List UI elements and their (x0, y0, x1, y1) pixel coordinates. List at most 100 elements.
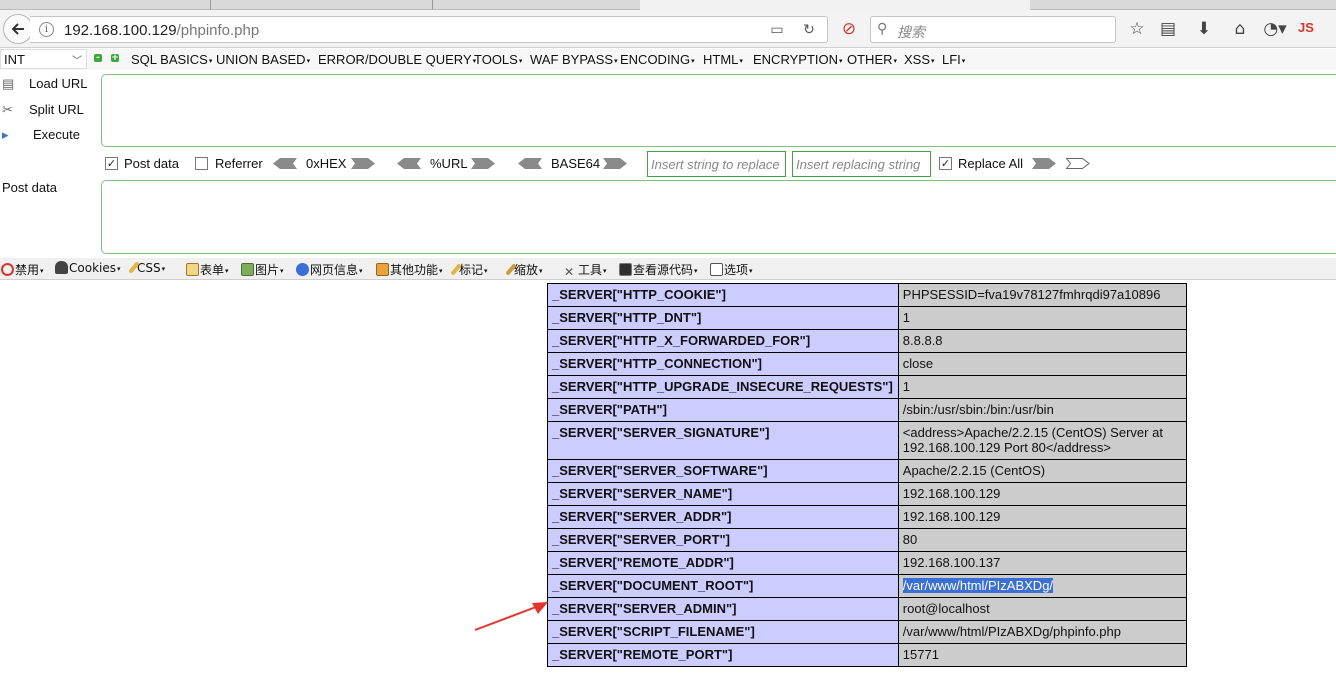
table-row: _SERVER["SERVER_ADMIN"] root@localhost (547, 597, 1187, 621)
base64-decode-arrow-icon[interactable] (518, 157, 542, 170)
load-url-icon: ▤ (2, 76, 15, 91)
search-icon: ⚲ (877, 21, 888, 37)
form-icon (186, 263, 199, 276)
devbar-misc[interactable]: 其他功能▾ (376, 261, 443, 278)
devbar-resize[interactable]: 缩放▾ (505, 261, 543, 278)
server-var-name: _SERVER["REMOTE_PORT"] (547, 643, 899, 667)
base64-encode-arrow-icon[interactable] (603, 157, 627, 170)
home-icon[interactable]: ⌂ (1229, 19, 1251, 39)
menu-sql-basics[interactable]: SQL BASICS▾ (131, 52, 212, 67)
server-var-value: 80 (897, 528, 1187, 552)
devbar-outline[interactable]: 标记▾ (450, 261, 488, 278)
server-var-value: /sbin:/usr/sbin:/bin:/usr/bin (897, 398, 1187, 422)
tab-separator (210, 0, 211, 10)
server-var-value: 192.168.100.129 (897, 505, 1187, 529)
url-textarea[interactable] (101, 74, 1336, 147)
devbar-images[interactable]: 图片▾ (241, 261, 284, 278)
table-row: _SERVER["REMOTE_ADDR"] 192.168.100.137 (547, 551, 1187, 575)
download-icon[interactable]: ⬇ (1193, 19, 1215, 39)
server-var-value: 192.168.100.137 (897, 551, 1187, 575)
user-icon (55, 261, 68, 274)
post-data-textarea[interactable] (101, 180, 1336, 254)
hex-decode-arrow-icon[interactable] (273, 157, 297, 170)
server-var-value: <address>Apache/2.2.15 (CentOS) Server a… (897, 421, 1187, 460)
menu-other[interactable]: OTHER▾ (847, 52, 897, 67)
server-var-value: 1 (897, 375, 1187, 399)
server-var-name: _SERVER["SERVER_ADDR"] (547, 505, 899, 529)
devbar-page-info[interactable]: 网页信息▾ (296, 261, 363, 278)
server-var-name: _SERVER["SCRIPT_FILENAME"] (547, 620, 899, 644)
back-button[interactable] (3, 14, 33, 44)
menu-union-based[interactable]: UNION BASED▾ (216, 52, 310, 67)
table-row: _SERVER["HTTP_CONNECTION"] close (547, 352, 1187, 376)
scissors-icon: ✂ (2, 102, 13, 117)
table-row: _SERVER["SCRIPT_FILENAME"]/var/www/html/… (547, 620, 1187, 644)
replace-all-checkbox[interactable]: ✓ (939, 157, 952, 170)
devbar-css[interactable]: CSS▾ (128, 261, 165, 275)
referrer-checkbox[interactable] (195, 157, 208, 170)
post-data-checkbox[interactable]: ✓ (105, 157, 118, 170)
menu-waf-bypass[interactable]: WAF BYPASS▾ (530, 52, 618, 67)
server-var-name: _SERVER["REMOTE_ADDR"] (547, 551, 899, 575)
menu-lfi[interactable]: LFI▾ (942, 52, 965, 67)
table-row: _SERVER["SERVER_ADDR"] 192.168.100.129 (547, 505, 1187, 529)
server-var-name: _SERVER["SERVER_ADMIN"] (547, 597, 899, 621)
block-icon[interactable]: ⊘ (838, 19, 860, 39)
phpinfo-table: _SERVER["HTTP_COOKIE"] PHPSESSID=fva19v78… (547, 283, 1187, 667)
url-bar[interactable]: i 192.168.100.129/phpinfo.php ▭ ↻ (30, 16, 828, 43)
url-label: %URL (430, 156, 468, 171)
web-developer-toolbar: 禁用▾ Cookies▾ CSS▾ 表单▾ 图片▾ 网页信息▾ 其他功能▾ 标记… (0, 258, 1336, 280)
bookmark-star-icon[interactable]: ☆ (1126, 19, 1148, 39)
table-row: _SERVER["SERVER_SOFTWARE"] Apache/2.2.15 … (547, 459, 1187, 483)
js-toggle-icon[interactable]: JS (1298, 20, 1314, 35)
navigation-bar: i 192.168.100.129/phpinfo.php ▭ ↻ ⊘ ⚲ 搜索… (0, 10, 1336, 48)
play-icon: ▸ (2, 127, 9, 142)
server-var-value: Apache/2.2.15 (CentOS) (897, 459, 1187, 483)
url-text[interactable]: 192.168.100.129/phpinfo.php (64, 22, 259, 39)
search-box[interactable]: ⚲ 搜索 (870, 16, 1116, 43)
url-decode-arrow-icon[interactable] (397, 157, 421, 170)
menu-encoding[interactable]: ENCODING▾ (620, 52, 695, 67)
image-icon (241, 263, 254, 276)
server-var-value: PHPSESSID=fva19v78127fmhrqdi97a10896 (897, 283, 1187, 307)
server-var-value: /var/www/html/PIzABXDg/phpinfo.php (897, 620, 1187, 644)
reload-icon[interactable]: ↻ (800, 22, 818, 38)
red-arrow-annotation (474, 602, 548, 631)
devbar-tools[interactable]: ✕ 工具▾ (564, 261, 607, 279)
devbar-disable[interactable]: 禁用▾ (1, 261, 44, 278)
plus-icon[interactable]: + (111, 54, 119, 63)
reader-view-icon[interactable]: ▭ (768, 22, 786, 38)
tab-active[interactable] (640, 0, 1030, 10)
server-var-name: _SERVER["HTTP_CONNECTION"] (547, 352, 899, 376)
menu-error-double-query[interactable]: ERROR/DOUBLE QUERY▾ (318, 52, 476, 67)
url-encode-arrow-icon[interactable] (471, 157, 495, 170)
devbar-options[interactable]: 选项▾ (710, 261, 753, 278)
replace-outline-arrow-icon[interactable] (1066, 157, 1090, 170)
replace-forward-arrow-icon[interactable] (1032, 157, 1056, 170)
addon-icon[interactable]: ◔▾ (1260, 19, 1290, 39)
replacing-string-input[interactable]: Insert replacing string (792, 151, 931, 177)
menu-encryption[interactable]: ENCRYPTION▾ (753, 52, 843, 67)
menu-xss[interactable]: XSS▾ (904, 52, 935, 67)
menu-tools[interactable]: TOOLS▾ (474, 52, 522, 67)
server-var-name: _SERVER["SERVER_NAME"] (547, 482, 899, 506)
source-icon (619, 263, 632, 276)
search-placeholder: 搜索 (897, 25, 925, 41)
library-icon[interactable]: ▤ (1157, 19, 1179, 39)
hex-label: 0xHEX (306, 156, 347, 171)
menu-html[interactable]: HTML▾ (703, 52, 743, 67)
replace-string-input[interactable]: Insert string to replace (647, 151, 786, 177)
devbar-forms[interactable]: 表单▾ (186, 261, 229, 278)
server-var-name: _SERVER["SERVER_SOFTWARE"] (547, 459, 899, 483)
info-icon[interactable]: i (39, 22, 54, 37)
server-var-value: 1 (897, 306, 1187, 330)
devbar-view-source[interactable]: 查看源代码▾ (619, 261, 698, 278)
hex-encode-arrow-icon[interactable] (351, 157, 375, 170)
misc-icon (376, 263, 389, 276)
selected-text[interactable]: /var/www/html/PIzABXDg/ (902, 578, 1054, 593)
base64-label: BASE64 (551, 156, 601, 171)
server-var-value: 192.168.100.129 (897, 482, 1187, 506)
devbar-cookies[interactable]: Cookies▾ (55, 261, 121, 275)
int-select[interactable]: INT ﹀ (0, 49, 87, 69)
minus-icon[interactable]: - (94, 54, 102, 63)
